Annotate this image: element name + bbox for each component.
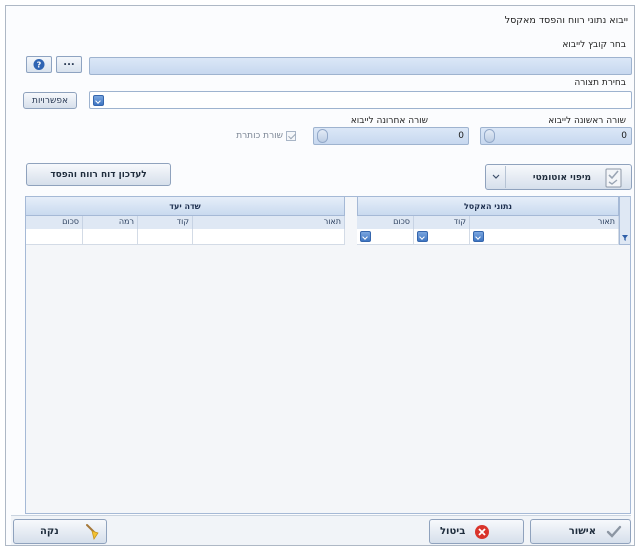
browse-label: ... bbox=[63, 57, 75, 68]
first-row-label: שורה ראשונה לייבוא bbox=[548, 116, 626, 126]
header-row-checkbox[interactable] bbox=[286, 131, 296, 141]
excel-col-description: תאור bbox=[470, 216, 619, 229]
auto-map-label: מיפוי אוטומטי bbox=[532, 173, 591, 183]
clear-button[interactable]: נקה bbox=[13, 519, 107, 544]
ok-label: אישור bbox=[568, 526, 596, 537]
auto-map-button[interactable]: מיפוי אוטומטי bbox=[485, 164, 632, 190]
help-button[interactable]: ? bbox=[26, 56, 52, 73]
options-button[interactable]: אפשרויות bbox=[23, 92, 77, 109]
help-icon: ? bbox=[33, 59, 45, 70]
options-label: אפשרויות bbox=[32, 95, 68, 106]
first-row-input[interactable]: 0 bbox=[480, 127, 632, 145]
target-col-level: רמה bbox=[83, 216, 138, 229]
target-cell[interactable] bbox=[83, 229, 138, 245]
target-cell[interactable] bbox=[26, 229, 83, 245]
window-title: ייבוא נתוני רווח והפסד מאקסל bbox=[504, 15, 628, 26]
target-col-amount: סכום bbox=[26, 216, 83, 229]
clear-label: נקה bbox=[40, 526, 59, 537]
header-row-label: שורת כותרת bbox=[236, 131, 283, 141]
excel-code-dropdown[interactable] bbox=[414, 229, 470, 245]
spin-icon[interactable] bbox=[317, 129, 328, 143]
cancel-label: ביטול bbox=[440, 526, 466, 537]
dropdown-chevron-icon[interactable] bbox=[488, 166, 506, 188]
chevron-down-icon[interactable] bbox=[473, 231, 484, 242]
target-grid-header: שדה יעד bbox=[25, 196, 345, 216]
update-report-button[interactable]: לעדכון דוח רווח והפסד bbox=[26, 163, 171, 186]
update-report-label: לעדכון דוח רווח והפסד bbox=[50, 169, 147, 180]
ok-button[interactable]: אישור bbox=[530, 519, 631, 544]
chevron-down-icon[interactable] bbox=[360, 231, 371, 242]
svg-text:?: ? bbox=[37, 61, 42, 70]
excel-description-dropdown[interactable] bbox=[470, 229, 619, 245]
excel-col-code: קוד bbox=[414, 216, 470, 229]
target-col-description: תאור bbox=[193, 216, 345, 229]
file-path-input[interactable] bbox=[89, 57, 632, 75]
view-select[interactable] bbox=[89, 91, 632, 109]
first-row-value: 0 bbox=[621, 131, 627, 141]
chevron-down-icon[interactable] bbox=[93, 95, 104, 106]
view-label: בחירת תצורה bbox=[574, 78, 626, 88]
target-cell[interactable] bbox=[193, 229, 345, 245]
cancel-icon bbox=[475, 525, 489, 539]
excel-amount-dropdown[interactable] bbox=[357, 229, 414, 245]
checkmark-icon bbox=[606, 525, 622, 538]
target-cell[interactable] bbox=[138, 229, 193, 245]
target-grid-title: שדה יעד bbox=[169, 201, 201, 211]
spin-icon[interactable] bbox=[484, 129, 495, 143]
excel-grid-header: נתוני האקסל bbox=[357, 196, 619, 216]
filter-icon bbox=[622, 235, 628, 241]
last-row-value: 0 bbox=[458, 131, 464, 141]
browse-button[interactable]: ... bbox=[56, 56, 82, 73]
target-col-code: קוד bbox=[138, 216, 193, 229]
file-label: בחר קובץ לייבוא bbox=[562, 40, 626, 50]
last-row-input[interactable]: 0 bbox=[313, 127, 469, 145]
cancel-button[interactable]: ביטול bbox=[429, 519, 524, 544]
last-row-label: שורה אחרונה לייבוא bbox=[350, 116, 428, 126]
excel-grid-title: נתוני האקסל bbox=[463, 201, 513, 211]
checklist-icon bbox=[605, 168, 622, 188]
excel-col-amount: סכום bbox=[357, 216, 414, 229]
chevron-down-icon[interactable] bbox=[417, 231, 428, 242]
broom-icon bbox=[86, 524, 99, 540]
